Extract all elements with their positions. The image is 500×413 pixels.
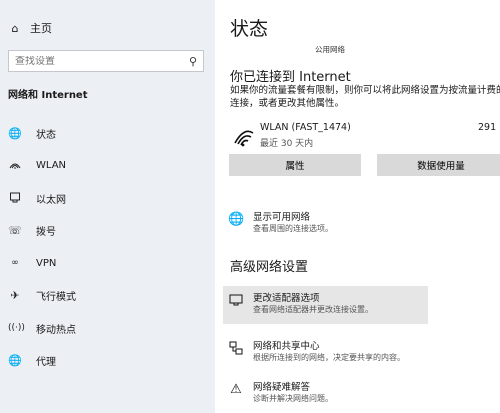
data-usage-button[interactable]: 数据使用量 [377,154,500,176]
home-label: 主页 [30,22,52,35]
sidebar-home[interactable]: ⌂ 主页 [8,20,53,36]
link-title: 网络疑难解答 [253,382,311,393]
globe-icon: 🌐 [8,126,22,140]
search-input[interactable] [15,55,189,67]
hotspot-icon: ((·)) [8,323,25,334]
sidebar-item-proxy[interactable]: 🌐 代理 [0,345,215,378]
description-line: 如果你的流量套餐有限制，则你可以将此网络设置为按流量计费的 [230,85,500,96]
dialup-icon: ☏ [8,224,22,238]
network-profile-label: 公用网络 [315,45,345,54]
wifi-signal-icon [234,130,254,147]
sidebar-item-mobile-hotspot[interactable]: ((·)) 移动热点 [0,312,215,345]
proxy-globe-icon: 🌐 [8,354,22,368]
link-title: 网络和共享中心 [253,341,320,352]
wifi-usage-period: 最近 30 天内 [260,139,314,149]
sidebar-item-label: 状态 [36,129,56,141]
link-description: 根据所连接到的网络，决定要共享的内容。 [253,353,405,362]
link-description: 诊断并解决网络问题。 [253,394,333,403]
link-title: 更改适配器选项 [253,293,320,304]
airplane-icon: ✈ [10,289,20,303]
show-available-networks-link[interactable]: 🌐 显示可用网络 查看周围的连接选项。 [223,205,428,243]
sidebar-item-dialup[interactable]: ☏ 拨号 [0,215,215,248]
sidebar-nav: 🌐 状态 WLAN 以太网 ☏ 拨号 ∞ VPN ✈ 飞行模式 ((·)) 移动… [0,117,215,377]
home-icon: ⌂ [11,21,19,35]
search-box[interactable]: ⚲ [8,50,204,72]
sidebar: ⌂ 主页 ⚲ 网络和 Internet 🌐 状态 WLAN 以太网 ☏ 拨号 [0,0,215,413]
change-adapter-options-link[interactable]: 更改适配器选项 查看网络适配器并更改连接设置。 [223,286,428,324]
sidebar-item-airplane-mode[interactable]: ✈ 飞行模式 [0,280,215,313]
vpn-icon: ∞ [11,258,19,269]
sidebar-item-label: 代理 [36,357,56,369]
page-title: 状态 [230,18,269,40]
wifi-connection-summary: WLAN (FAST_1474) 最近 30 天内 291 M [230,122,500,152]
main-panel: 状态 公用网络 你已连接到 Internet 如果你的流量套餐有限制，则你可以将… [215,0,500,413]
search-icon[interactable]: ⚲ [189,55,197,68]
sidebar-item-vpn[interactable]: ∞ VPN [0,247,215,280]
sidebar-item-label: 移动热点 [36,324,76,336]
network-sharing-center-link[interactable]: 网络和共享中心 根据所连接到的网络，决定要共享的内容。 [223,334,428,372]
wifi-icon [8,159,22,172]
link-description: 查看周围的连接选项。 [253,224,333,233]
sidebar-item-label: 以太网 [36,194,66,206]
link-description: 查看网络适配器并更改连接设置。 [253,305,373,314]
wifi-data-usage: 291 M [478,122,500,133]
globe-icon: 🌐 [228,212,245,227]
link-title: 显示可用网络 [253,212,311,223]
description-line: 连接，或者更改其他属性。 [230,98,345,109]
sidebar-item-label: WLAN [36,160,67,172]
sidebar-item-wlan[interactable]: WLAN [0,150,215,183]
properties-button[interactable]: 属性 [229,154,361,176]
sidebar-item-status[interactable]: 🌐 状态 [0,117,215,150]
network-sharing-icon [228,341,244,357]
adapter-icon [228,293,244,309]
connection-status-title: 你已连接到 Internet [230,70,351,85]
network-troubleshooter-link[interactable]: ⚠ 网络疑难解答 诊断并解决网络问题。 [223,375,428,413]
warning-icon: ⚠ [230,382,242,397]
advanced-settings-heading: 高级网络设置 [230,260,309,275]
connection-status-description: 如果你的流量套餐有限制，则你可以将此网络设置为按流量计费的 连接，或者更改其他属… [230,84,500,110]
sidebar-item-label: 拨号 [36,227,56,239]
sidebar-section-title: 网络和 Internet [8,90,88,101]
sidebar-item-label: 飞行模式 [36,292,76,304]
ethernet-icon [8,191,22,206]
sidebar-item-ethernet[interactable]: 以太网 [0,182,215,215]
sidebar-item-label: VPN [36,257,57,269]
wifi-network-name: WLAN (FAST_1474) [260,122,351,133]
